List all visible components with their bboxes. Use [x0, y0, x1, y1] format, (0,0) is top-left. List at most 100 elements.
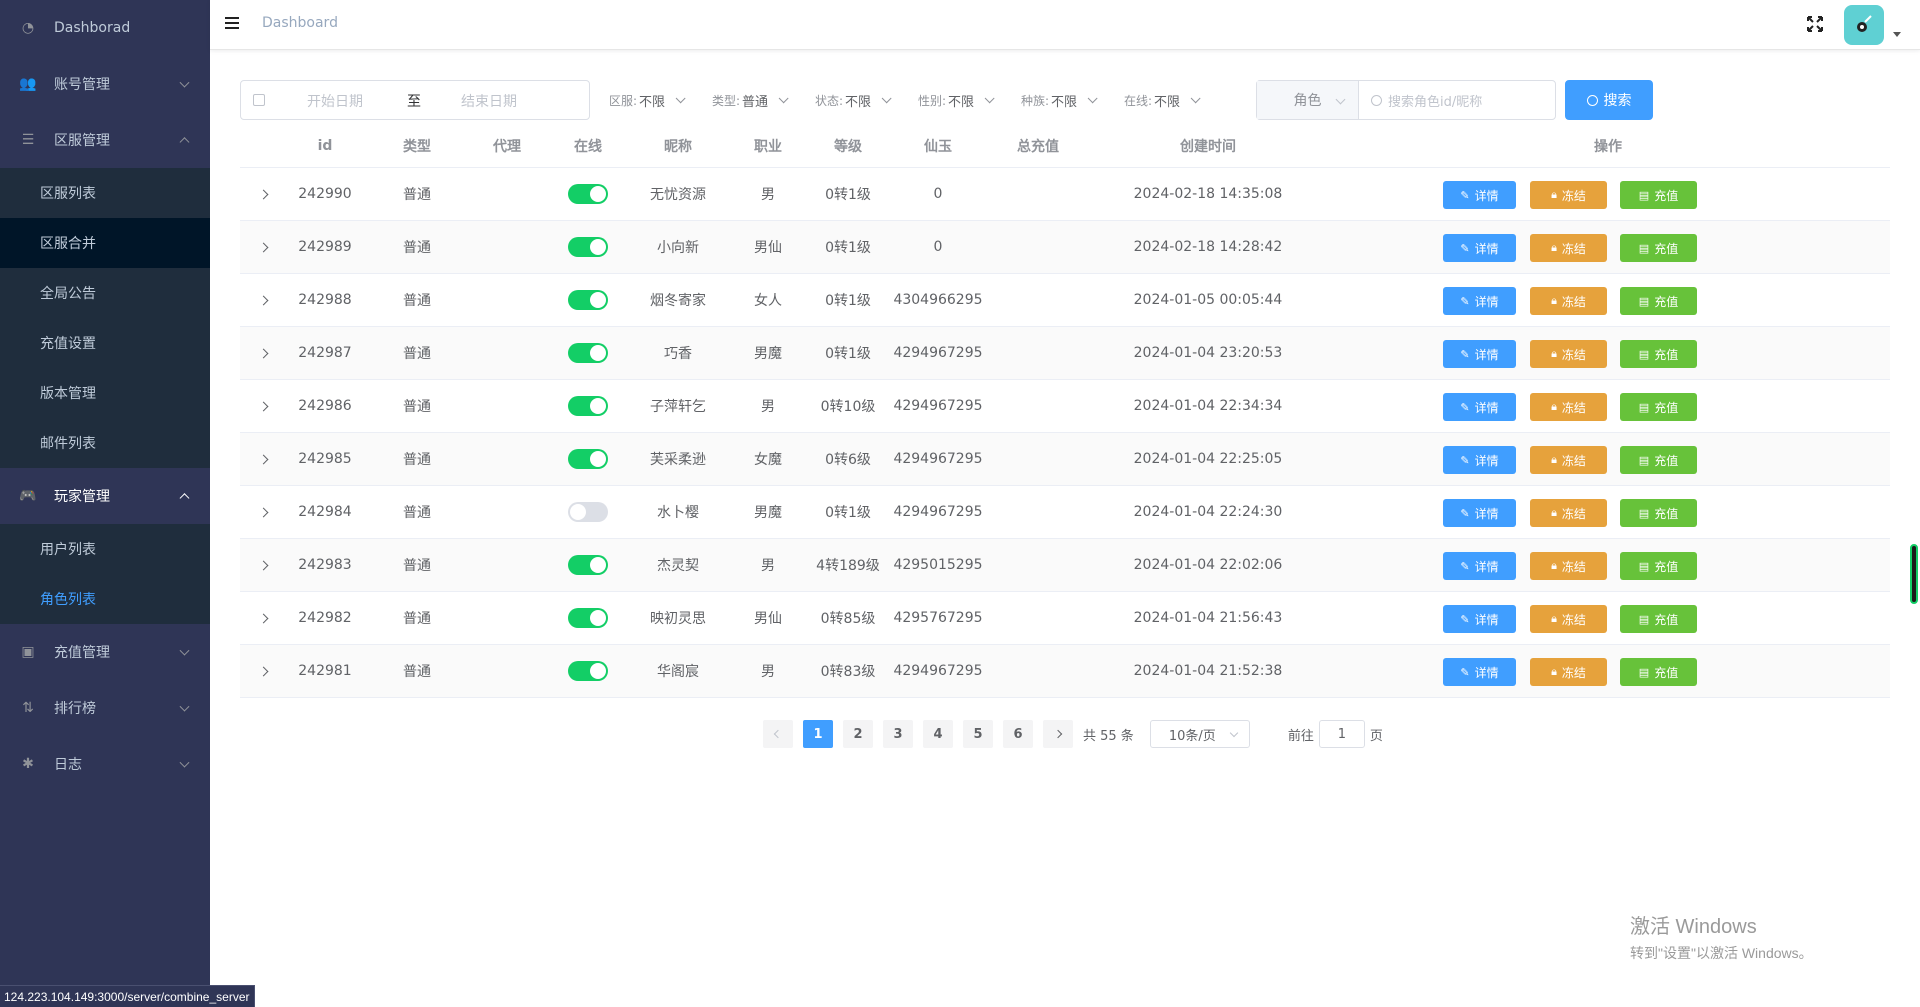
page-button-3[interactable]: 3 [883, 720, 913, 748]
cell-job: 男仙 [754, 240, 782, 256]
freeze-label: 冻结 [1561, 612, 1586, 627]
online-toggle[interactable] [568, 290, 608, 310]
breadcrumb[interactable]: Dashboard [262, 15, 338, 31]
sidebar-subitem-server-merge[interactable]: 区服合并 [0, 218, 210, 268]
sidebar-subitem-announcement[interactable]: 全局公告 [0, 268, 210, 318]
sidebar-subitem-roles[interactable]: 角色列表 [0, 574, 210, 624]
page-button-6[interactable]: 6 [1003, 720, 1033, 748]
freeze-button[interactable]: 🔒︎ 冻结 [1530, 234, 1607, 262]
search-button[interactable]: 搜索 [1565, 80, 1653, 120]
charge-button[interactable]: ▤ 充值 [1620, 499, 1697, 527]
freeze-button[interactable]: 🔒︎ 冻结 [1530, 446, 1607, 474]
sidebar-item-recharge[interactable]: ▣ 充值管理 [0, 624, 210, 680]
detail-button[interactable]: ✎ 详情 [1443, 340, 1516, 368]
online-toggle[interactable] [568, 237, 608, 257]
charge-button[interactable]: ▤ 充值 [1620, 287, 1697, 315]
expand-row-icon[interactable] [258, 242, 269, 252]
search-type-select[interactable]: 角色 [1257, 81, 1359, 119]
charge-button[interactable]: ▤ 充值 [1620, 340, 1697, 368]
charge-button[interactable]: ▤ 充值 [1620, 234, 1697, 262]
freeze-button[interactable]: 🔒︎ 冻结 [1530, 287, 1607, 315]
detail-button[interactable]: ✎ 详情 [1443, 499, 1516, 527]
detail-button[interactable]: ✎ 详情 [1443, 605, 1516, 633]
cell-nickname: 映初灵思 [650, 611, 706, 627]
detail-button[interactable]: ✎ 详情 [1443, 393, 1516, 421]
freeze-button[interactable]: 🔒︎ 冻结 [1530, 658, 1607, 686]
expand-row-icon[interactable] [258, 189, 269, 199]
freeze-button[interactable]: 🔒︎ 冻结 [1530, 181, 1607, 209]
charge-button[interactable]: ▤ 充值 [1620, 605, 1697, 633]
charge-button[interactable]: ▤ 充值 [1620, 552, 1697, 580]
online-toggle[interactable] [568, 608, 608, 628]
online-toggle[interactable] [568, 502, 608, 522]
cell-nickname: 无忧资源 [650, 187, 706, 203]
type-filter-select[interactable]: 类型: 普通 [712, 80, 789, 120]
sidebar-item-ranking[interactable]: ⇅ 排行榜 [0, 680, 210, 736]
sidebar-subitem-version[interactable]: 版本管理 [0, 368, 210, 418]
end-date-input[interactable]: 结束日期 [461, 91, 517, 111]
sidebar-item-accounts[interactable]: 👥 账号管理 [0, 56, 210, 112]
expand-row-icon[interactable] [258, 666, 269, 676]
online-toggle[interactable] [568, 555, 608, 575]
online-toggle[interactable] [568, 184, 608, 204]
freeze-button[interactable]: 🔒︎ 冻结 [1530, 393, 1607, 421]
online-toggle[interactable] [568, 661, 608, 681]
expand-row-icon[interactable] [258, 348, 269, 358]
online-toggle[interactable] [568, 396, 608, 416]
sidebar-subitem-recharge-settings[interactable]: 充值设置 [0, 318, 210, 368]
sidebar-item-logs[interactable]: ✱ 日志 [0, 736, 210, 792]
scrollbar-thumb[interactable] [1910, 544, 1918, 604]
freeze-button[interactable]: 🔒︎ 冻结 [1530, 499, 1607, 527]
next-page-button[interactable] [1043, 720, 1073, 748]
status-filter-select[interactable]: 状态: 不限 [815, 80, 892, 120]
detail-button[interactable]: ✎ 详情 [1443, 287, 1516, 315]
online-toggle[interactable] [568, 343, 608, 363]
sidebar-item-dashboard[interactable]: ◔ Dashborad [0, 0, 210, 56]
charge-button[interactable]: ▤ 充值 [1620, 658, 1697, 686]
avatar[interactable] [1844, 5, 1884, 45]
freeze-button[interactable]: 🔒︎ 冻结 [1530, 552, 1607, 580]
online-filter-select[interactable]: 在线: 不限 [1124, 80, 1201, 120]
detail-button[interactable]: ✎ 详情 [1443, 234, 1516, 262]
date-range-picker[interactable]: 开始日期 至 结束日期 [240, 80, 590, 120]
expand-row-icon[interactable] [258, 560, 269, 570]
server-filter-select[interactable]: 区服: 不限 [609, 80, 686, 120]
freeze-button[interactable]: 🔒︎ 冻结 [1530, 340, 1607, 368]
charge-button[interactable]: ▤ 充值 [1620, 181, 1697, 209]
detail-button[interactable]: ✎ 详情 [1443, 181, 1516, 209]
detail-button[interactable]: ✎ 详情 [1443, 552, 1516, 580]
page-button-5[interactable]: 5 [963, 720, 993, 748]
detail-button[interactable]: ✎ 详情 [1443, 446, 1516, 474]
page-button-2[interactable]: 2 [843, 720, 873, 748]
race-filter-select[interactable]: 种族: 不限 [1021, 80, 1098, 120]
page-button-4[interactable]: 4 [923, 720, 953, 748]
cell-nickname: 杰灵契 [657, 558, 699, 574]
expand-row-icon[interactable] [258, 507, 269, 517]
sidebar-item-label: 排行榜 [54, 701, 96, 717]
fullscreen-icon[interactable] [1806, 15, 1824, 33]
gender-filter-select[interactable]: 性别: 不限 [918, 80, 995, 120]
sidebar-item-servers[interactable]: ☰ 区服管理 [0, 112, 210, 168]
page-size-select[interactable]: 10条/页 [1149, 720, 1250, 748]
caret-down-icon[interactable] [1893, 32, 1901, 37]
expand-row-icon[interactable] [258, 613, 269, 623]
prev-page-button[interactable] [763, 720, 793, 748]
expand-row-icon[interactable] [258, 401, 269, 411]
sidebar-item-players[interactable]: 🎮 玩家管理 [0, 468, 210, 524]
detail-button[interactable]: ✎ 详情 [1443, 658, 1516, 686]
hamburger-icon[interactable] [225, 17, 239, 31]
charge-button[interactable]: ▤ 充值 [1620, 446, 1697, 474]
goto-page-input[interactable]: 1 [1318, 720, 1365, 748]
freeze-button[interactable]: 🔒︎ 冻结 [1530, 605, 1607, 633]
table-body: 242990 普通 无忧资源男 0转1级 0 2024-02-18 14:35:08 ✎ 详情… [240, 168, 1890, 698]
expand-row-icon[interactable] [258, 454, 269, 464]
charge-button[interactable]: ▤ 充值 [1620, 393, 1697, 421]
expand-row-icon[interactable] [258, 295, 269, 305]
sidebar-subitem-mail[interactable]: 邮件列表 [0, 418, 210, 468]
online-toggle[interactable] [568, 449, 608, 469]
page-button-1[interactable]: 1 [803, 720, 833, 748]
sidebar-subitem-users[interactable]: 用户列表 [0, 524, 210, 574]
start-date-input[interactable]: 开始日期 [307, 91, 363, 111]
sidebar-subitem-server-list[interactable]: 区服列表 [0, 168, 210, 218]
search-input[interactable]: 搜索角色id/昵称 [1359, 81, 1555, 119]
